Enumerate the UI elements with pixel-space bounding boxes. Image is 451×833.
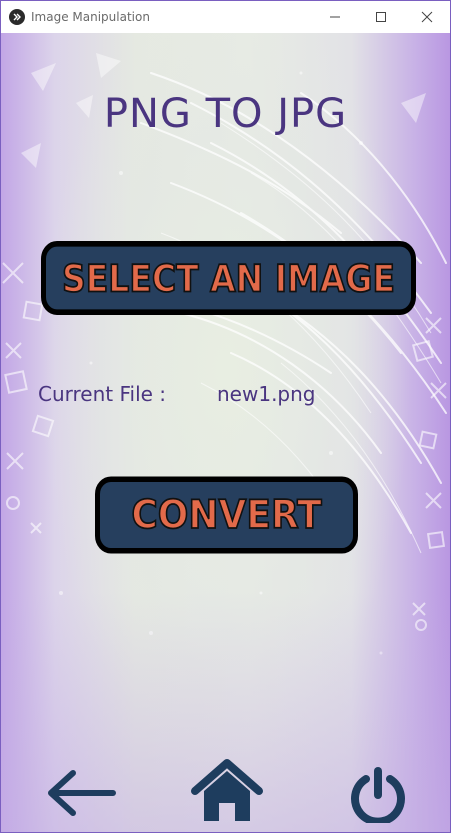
- current-file-label: Current File :: [38, 382, 167, 406]
- current-file-row: Current File : new1.png: [38, 382, 316, 406]
- convert-button[interactable]: CONVERT: [95, 476, 358, 554]
- background-pattern: [2, 53, 447, 655]
- window-controls: [312, 1, 450, 33]
- app-window: Image Manipulation PNG TO JPG SELECT AN …: [0, 0, 451, 833]
- kivy-icon: [9, 9, 25, 25]
- home-icon[interactable]: [191, 757, 263, 823]
- maximize-icon[interactable]: [358, 1, 404, 33]
- close-icon[interactable]: [404, 1, 450, 33]
- power-icon[interactable]: [349, 767, 407, 823]
- current-file-value: new1.png: [217, 382, 316, 406]
- window-title: Image Manipulation: [31, 10, 150, 24]
- page-title: PNG TO JPG: [103, 91, 348, 137]
- title-bar[interactable]: Image Manipulation: [1, 1, 450, 33]
- select-image-button[interactable]: SELECT AN IMAGE: [41, 241, 416, 315]
- minimize-icon[interactable]: [312, 1, 358, 33]
- back-arrow-icon[interactable]: [45, 768, 117, 818]
- main-screen: PNG TO JPG SELECT AN IMAGE Current File …: [1, 33, 450, 832]
